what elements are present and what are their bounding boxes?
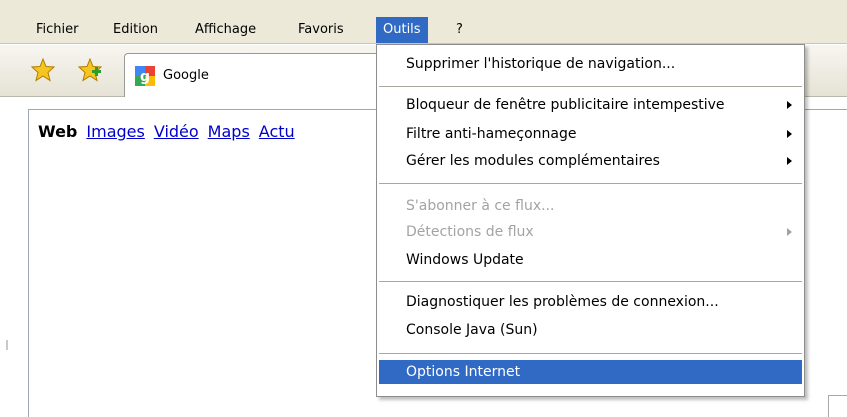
submenu-arrow-icon <box>787 228 792 236</box>
tab-title: Google <box>163 68 209 83</box>
menu-item-label: Gérer les modules complémentaires <box>406 153 660 169</box>
menu-separator <box>379 353 802 354</box>
submenu-arrow-icon <box>787 157 792 165</box>
menu-item-popup-blocker[interactable]: Bloqueur de fenêtre publicitaire intempe… <box>379 93 802 117</box>
menu-item-label: Filtre anti-hameçonnage <box>406 126 577 142</box>
menu-separator <box>379 281 802 282</box>
menu-item-manage-addons[interactable]: Gérer les modules complémentaires <box>379 149 802 173</box>
menu-separator <box>379 183 802 184</box>
nav-maps[interactable]: Maps <box>208 122 250 141</box>
divider <box>6 340 8 350</box>
nav-video[interactable]: Vidéo <box>154 122 199 141</box>
google-favicon: g <box>135 66 155 86</box>
menu-item-label: Console Java (Sun) <box>406 322 538 338</box>
menu-item-subscribe-feed: S'abonner à ce flux... <box>379 194 802 218</box>
menu-separator <box>379 86 802 87</box>
menu-favoris[interactable]: Favoris <box>291 17 351 43</box>
svg-text:g: g <box>140 69 150 85</box>
menu-item-feed-discovery: Détections de flux <box>379 220 802 244</box>
nav-web[interactable]: Web <box>38 122 77 141</box>
menu-edition[interactable]: Edition <box>106 17 165 43</box>
tools-menu: Supprimer l'historique de navigation... … <box>376 44 805 397</box>
menu-help[interactable]: ? <box>449 17 470 43</box>
menu-item-label: Options Internet <box>406 364 521 380</box>
menu-item-windows-update[interactable]: Windows Update <box>379 248 802 272</box>
menu-item-label: S'abonner à ce flux... <box>406 198 555 214</box>
nav-actu[interactable]: Actu <box>259 122 295 141</box>
submenu-arrow-icon <box>787 130 792 138</box>
menu-item-phishing-filter[interactable]: Filtre anti-hameçonnage <box>379 122 802 146</box>
menu-item-label: Bloqueur de fenêtre publicitaire intempe… <box>406 97 725 113</box>
menu-item-label: Windows Update <box>406 252 524 268</box>
nav-images[interactable]: Images <box>86 122 144 141</box>
favorites-star-icon[interactable] <box>31 58 55 82</box>
menu-item-diagnose-connection[interactable]: Diagnostiquer les problèmes de connexion… <box>379 290 802 314</box>
menu-item-label: Diagnostiquer les problèmes de connexion… <box>406 294 719 310</box>
menu-item-label: Détections de flux <box>406 224 534 240</box>
menu-fichier[interactable]: Fichier <box>29 17 86 43</box>
add-favorites-star-icon[interactable] <box>78 58 102 82</box>
menu-outils[interactable]: Outils <box>376 17 428 43</box>
google-search-nav: Web Images Vidéo Maps Actu <box>38 122 304 141</box>
menu-bar: Fichier Edition Affichage Favoris Outils… <box>0 0 847 44</box>
menu-item-label: Supprimer l'historique de navigation... <box>406 56 676 72</box>
menu-item-java-console[interactable]: Console Java (Sun) <box>379 318 802 342</box>
corner-box <box>828 395 847 417</box>
menu-affichage[interactable]: Affichage <box>188 17 263 43</box>
menu-item-internet-options[interactable]: Options Internet <box>379 360 802 384</box>
submenu-arrow-icon <box>787 101 792 109</box>
menu-item-delete-history[interactable]: Supprimer l'historique de navigation... <box>379 52 802 76</box>
